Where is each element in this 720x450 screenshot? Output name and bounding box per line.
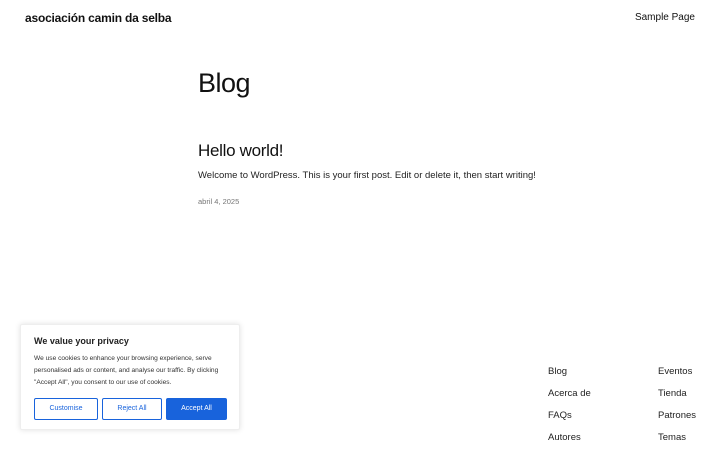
cookie-consent-banner: We value your privacy We use cookies to … — [20, 324, 240, 430]
footer-link-acerca-de[interactable]: Acerca de — [548, 388, 591, 399]
post-title[interactable]: Hello world! — [198, 141, 284, 161]
page-title: Blog — [198, 68, 251, 98]
accept-all-button[interactable]: Accept All — [166, 398, 227, 420]
cookie-title: We value your privacy — [34, 336, 129, 346]
customise-button[interactable]: Customise — [34, 398, 98, 420]
post-excerpt: Welcome to WordPress. This is your first… — [198, 170, 536, 181]
footer-link-tienda[interactable]: Tienda — [658, 388, 687, 399]
nav-link-sample-page[interactable]: Sample Page — [635, 12, 695, 23]
post-date: abril 4, 2025 — [198, 197, 240, 206]
reject-all-button[interactable]: Reject All — [102, 398, 162, 420]
footer-link-patrones[interactable]: Patrones — [658, 410, 696, 421]
footer-link-blog[interactable]: Blog — [548, 366, 567, 377]
site-title[interactable]: asociación camin da selba — [25, 11, 172, 25]
footer-link-autores[interactable]: Autores — [548, 432, 581, 443]
footer-link-eventos[interactable]: Eventos — [658, 366, 692, 377]
cookie-description: We use cookies to enhance your browsing … — [34, 355, 219, 386]
footer-link-temas[interactable]: Temas — [658, 432, 686, 443]
footer-link-faqs[interactable]: FAQs — [548, 410, 572, 421]
